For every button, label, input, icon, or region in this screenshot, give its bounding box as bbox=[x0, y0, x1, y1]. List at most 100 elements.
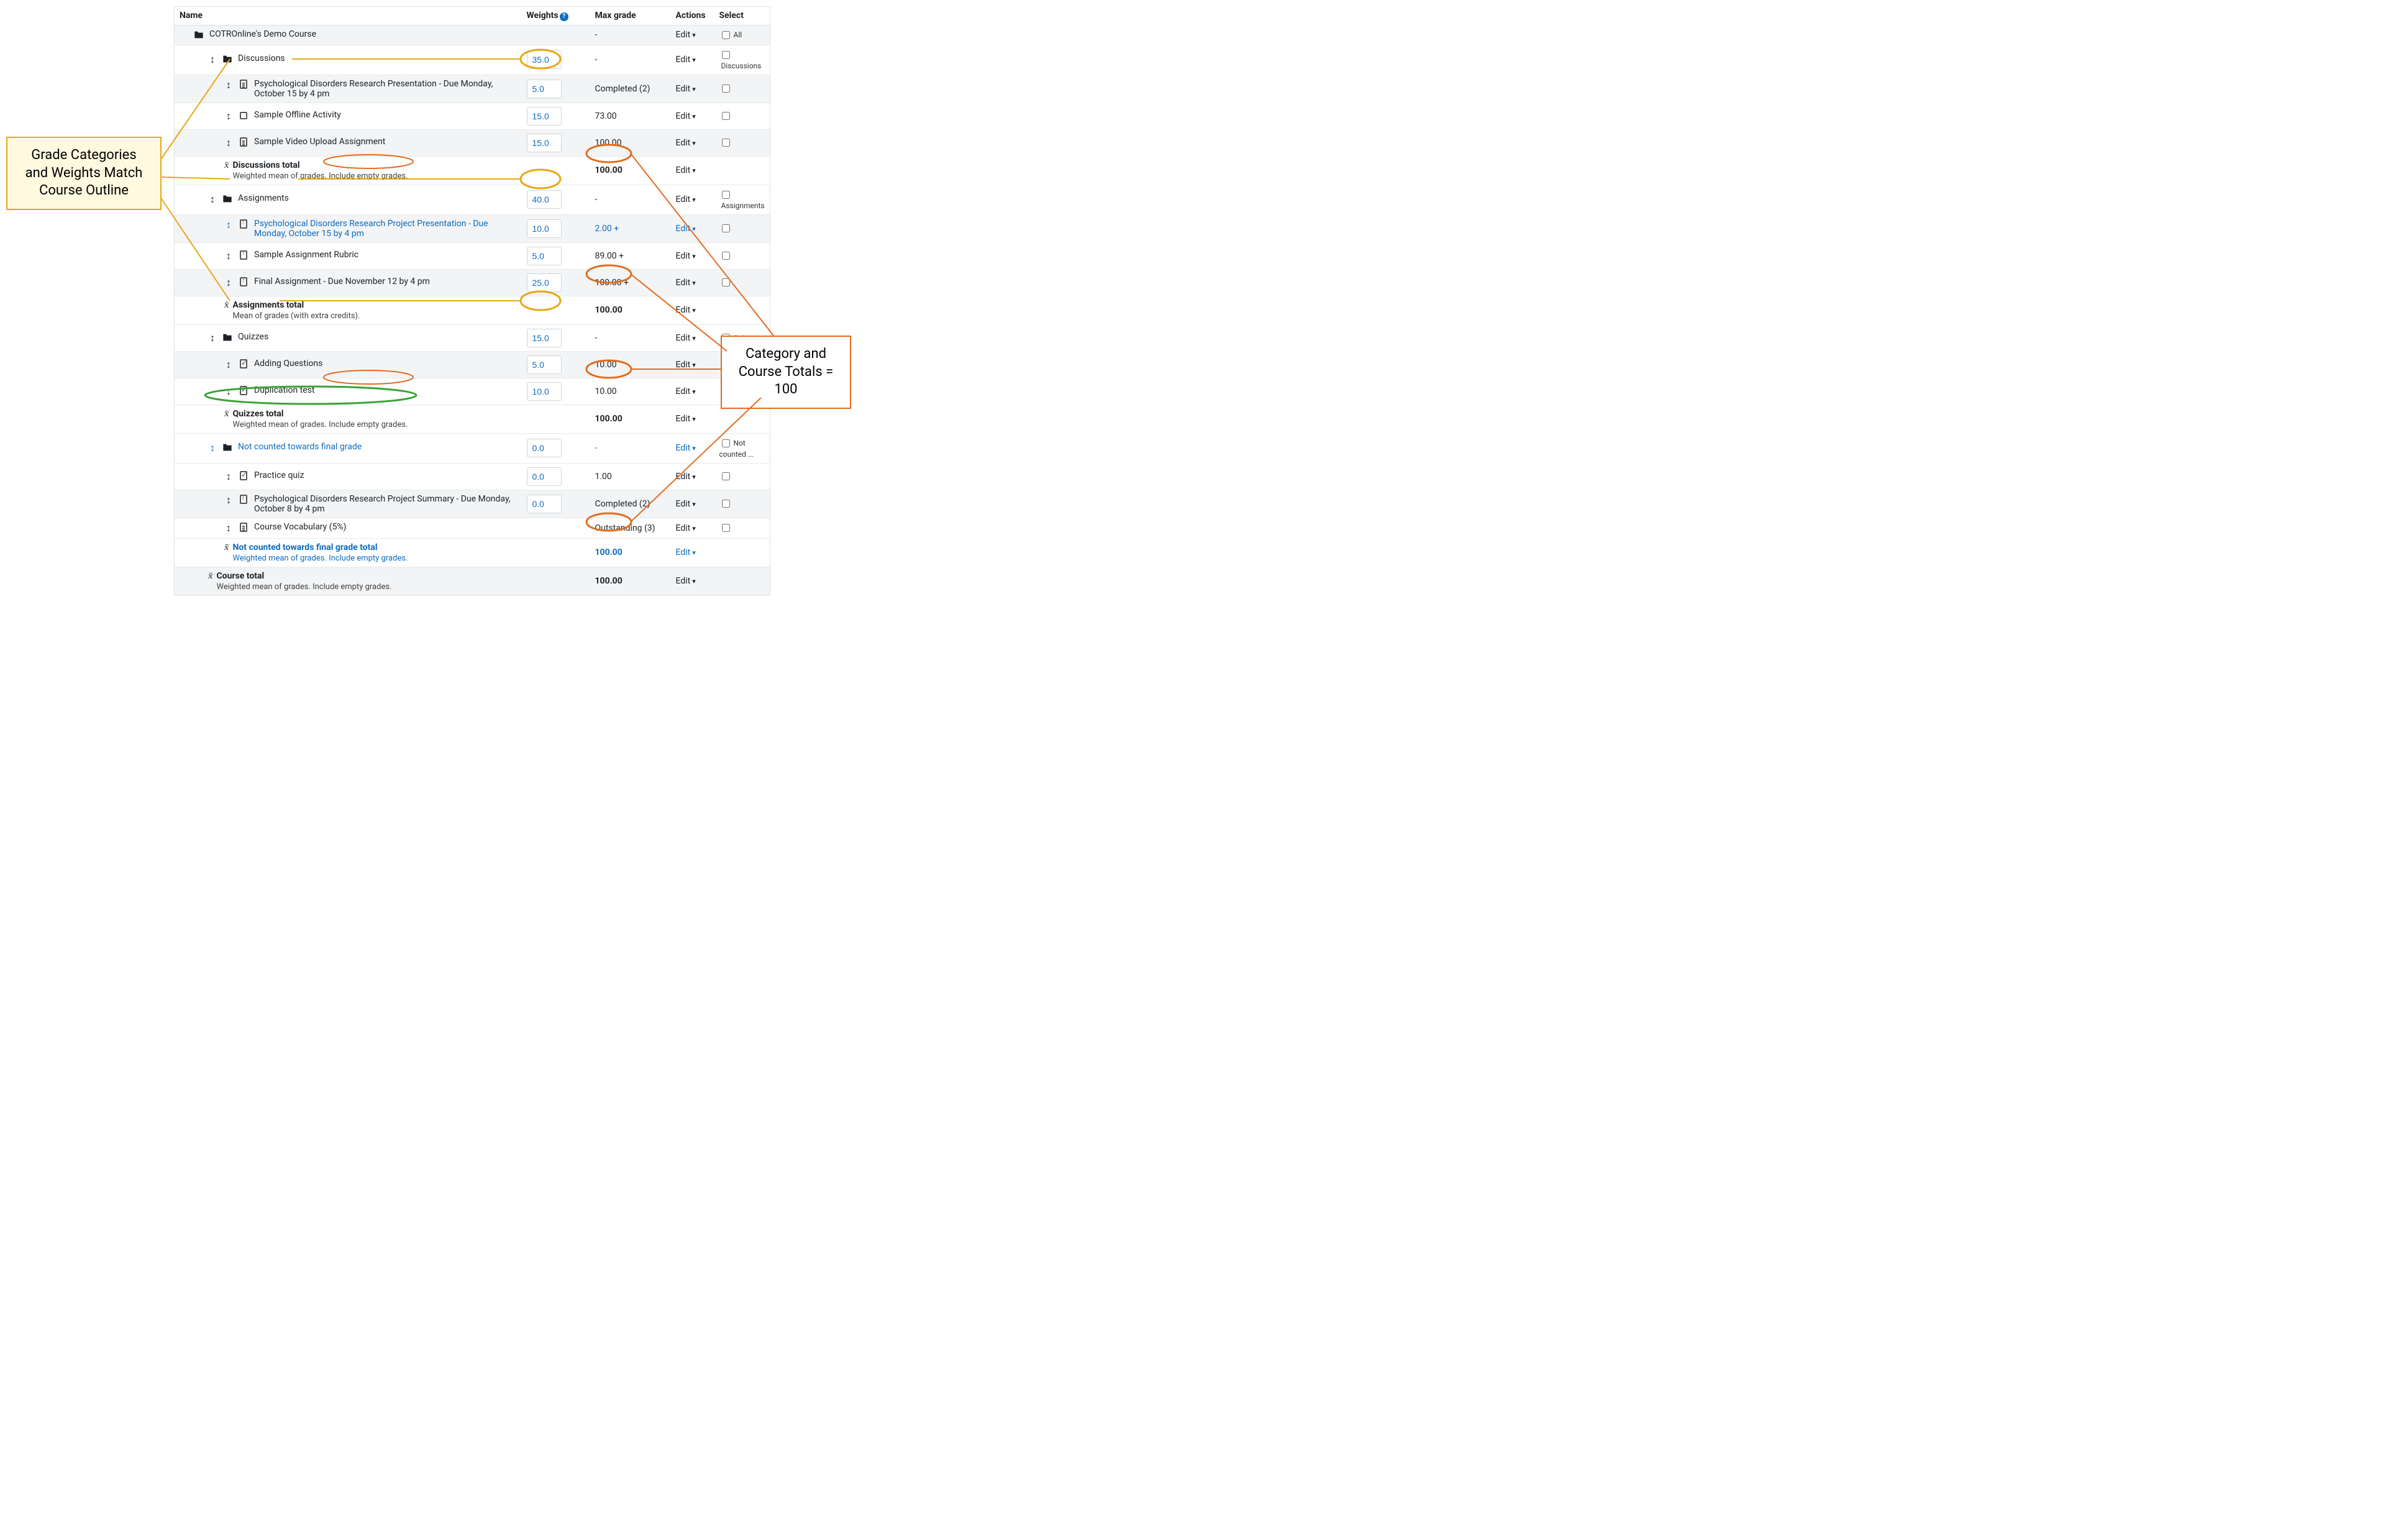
item-maxgrade: 10.00 bbox=[595, 360, 617, 370]
move-handle[interactable]: ↕ bbox=[208, 332, 217, 344]
chevron-down-icon: ▾ bbox=[692, 85, 696, 93]
edit-action[interactable]: Edit▾ bbox=[676, 224, 696, 234]
item-name: Sample Video Upload Assignment bbox=[254, 137, 517, 147]
select-item-checkbox[interactable] bbox=[722, 472, 730, 480]
weight-input-item[interactable] bbox=[527, 495, 562, 513]
col-select: Select bbox=[714, 7, 770, 25]
help-icon[interactable]: ? bbox=[560, 12, 568, 21]
weight-input-item[interactable] bbox=[527, 247, 562, 265]
edit-action[interactable]: Edit▾ bbox=[676, 472, 696, 482]
move-handle[interactable]: ↕ bbox=[224, 219, 233, 231]
move-handle[interactable]: ↕ bbox=[224, 277, 233, 289]
course-title: COTROnline's Demo Course bbox=[209, 29, 517, 39]
course-total-sublabel: Weighted mean of grades. Include empty g… bbox=[217, 582, 517, 592]
move-handle[interactable]: ↕ bbox=[224, 79, 233, 91]
move-handle[interactable]: ↕ bbox=[224, 494, 233, 506]
chevron-down-icon: ▾ bbox=[692, 549, 696, 557]
weight-input-quizzes[interactable] bbox=[527, 329, 562, 347]
move-handle[interactable]: ↕ bbox=[224, 110, 233, 122]
category-total-sublabel: Weighted mean of grades. Include empty g… bbox=[233, 172, 517, 181]
xbar-icon: x̄ bbox=[224, 160, 229, 171]
select-item-checkbox[interactable] bbox=[722, 252, 730, 260]
move-handle[interactable]: ↕ bbox=[208, 53, 217, 66]
select-assignments-checkbox[interactable] bbox=[722, 191, 730, 199]
weight-input-discussions[interactable] bbox=[527, 50, 562, 69]
weight-input-item[interactable] bbox=[527, 80, 562, 98]
weight-input-item[interactable] bbox=[527, 355, 562, 374]
move-handle[interactable]: ↕ bbox=[208, 442, 217, 454]
select-item-checkbox[interactable] bbox=[722, 278, 730, 286]
category-total-sublabel: Mean of grades (with extra credits). bbox=[233, 311, 517, 321]
edit-action[interactable]: Edit▾ bbox=[676, 278, 696, 288]
doc-icon bbox=[238, 79, 249, 90]
edit-action[interactable]: Edit▾ bbox=[676, 30, 696, 40]
select-item-checkbox[interactable] bbox=[722, 500, 730, 508]
edit-action[interactable]: Edit▾ bbox=[676, 165, 696, 175]
move-handle[interactable]: ↕ bbox=[224, 359, 233, 371]
category-row-notcounted: ↕Not counted towards final grade-Edit▾No… bbox=[175, 433, 770, 463]
edit-action[interactable]: Edit▾ bbox=[676, 333, 696, 343]
move-handle[interactable]: ↕ bbox=[224, 250, 233, 262]
item-maxgrade: 10.00 bbox=[595, 387, 617, 396]
edit-action[interactable]: Edit▾ bbox=[676, 195, 696, 204]
edit-action[interactable]: Edit▾ bbox=[676, 360, 696, 370]
select-item-checkbox[interactable] bbox=[722, 112, 730, 120]
folder-icon bbox=[222, 193, 233, 204]
weight-input-item[interactable] bbox=[527, 273, 562, 292]
edit-action[interactable]: Edit▾ bbox=[676, 387, 696, 396]
category-row-assignments: ↕Assignments-Edit▾Assignments bbox=[175, 185, 770, 214]
move-handle[interactable]: ↕ bbox=[224, 385, 233, 398]
chevron-down-icon: ▾ bbox=[692, 577, 696, 585]
course-total-label: Course total bbox=[217, 571, 265, 581]
select-item-checkbox[interactable] bbox=[722, 524, 730, 532]
edit-action[interactable]: Edit▾ bbox=[676, 138, 696, 148]
edit-action[interactable]: Edit▾ bbox=[676, 111, 696, 121]
edit-action[interactable]: Edit▾ bbox=[676, 84, 696, 94]
move-handle[interactable]: ↕ bbox=[224, 137, 233, 149]
edit-action[interactable]: Edit▾ bbox=[676, 499, 696, 509]
edit-action[interactable]: Edit▾ bbox=[676, 305, 696, 315]
category-maxgrade: - bbox=[595, 55, 598, 65]
select-item-checkbox[interactable] bbox=[722, 139, 730, 147]
edit-action[interactable]: Edit▾ bbox=[676, 576, 696, 586]
edit-action[interactable]: Edit▾ bbox=[676, 523, 696, 533]
weight-input-item[interactable] bbox=[527, 219, 562, 238]
weight-input-item[interactable] bbox=[527, 467, 562, 486]
chevron-down-icon: ▾ bbox=[692, 334, 696, 342]
weight-input-notcounted[interactable] bbox=[527, 439, 562, 457]
select-discussions-checkbox[interactable] bbox=[722, 51, 730, 59]
select-item-checkbox[interactable] bbox=[722, 85, 730, 93]
chevron-down-icon: ▾ bbox=[692, 279, 696, 287]
weight-input-item[interactable] bbox=[527, 107, 562, 126]
move-handle[interactable]: ↕ bbox=[224, 522, 233, 534]
edit-action[interactable]: Edit▾ bbox=[676, 55, 696, 65]
select-all-checkbox[interactable] bbox=[722, 31, 730, 39]
doc-icon bbox=[238, 522, 249, 533]
move-handle[interactable]: ↕ bbox=[224, 470, 233, 483]
quiz-icon bbox=[238, 359, 249, 370]
course-maxgrade: - bbox=[590, 25, 671, 45]
assignment-icon bbox=[238, 250, 249, 261]
move-handle[interactable]: ↕ bbox=[208, 193, 217, 206]
edit-action[interactable]: Edit▾ bbox=[676, 547, 696, 557]
weight-input-assignments[interactable] bbox=[527, 190, 562, 209]
folder-icon bbox=[222, 53, 233, 65]
xbar-icon: x̄ bbox=[208, 571, 213, 582]
item-name: Sample Assignment Rubric bbox=[254, 250, 517, 260]
chevron-down-icon: ▾ bbox=[692, 31, 696, 39]
select-label: Assignments bbox=[721, 201, 765, 210]
item-name: Sample Offline Activity bbox=[254, 110, 517, 120]
select-notcounted-checkbox[interactable] bbox=[722, 439, 730, 447]
edit-action[interactable]: Edit▾ bbox=[676, 414, 696, 424]
category-total-sublabel: Weighted mean of grades. Include empty g… bbox=[233, 554, 517, 563]
item-row: ↕Duplication test10.00Edit▾ bbox=[175, 378, 770, 405]
edit-action[interactable]: Edit▾ bbox=[676, 251, 696, 261]
item-maxgrade: 2.00 + bbox=[595, 224, 619, 234]
weight-input-item[interactable] bbox=[527, 134, 562, 152]
edit-action[interactable]: Edit▾ bbox=[676, 443, 696, 453]
item-row: ↕Practice quiz1.00Edit▾ bbox=[175, 463, 770, 490]
weight-input-item[interactable] bbox=[527, 382, 562, 401]
category-total-row-assignments: x̄Assignments totalMean of grades (with … bbox=[175, 296, 770, 324]
select-item-checkbox[interactable] bbox=[722, 224, 730, 232]
item-row: ↕Course Vocabulary (5%)Outstanding (3)Ed… bbox=[175, 518, 770, 538]
